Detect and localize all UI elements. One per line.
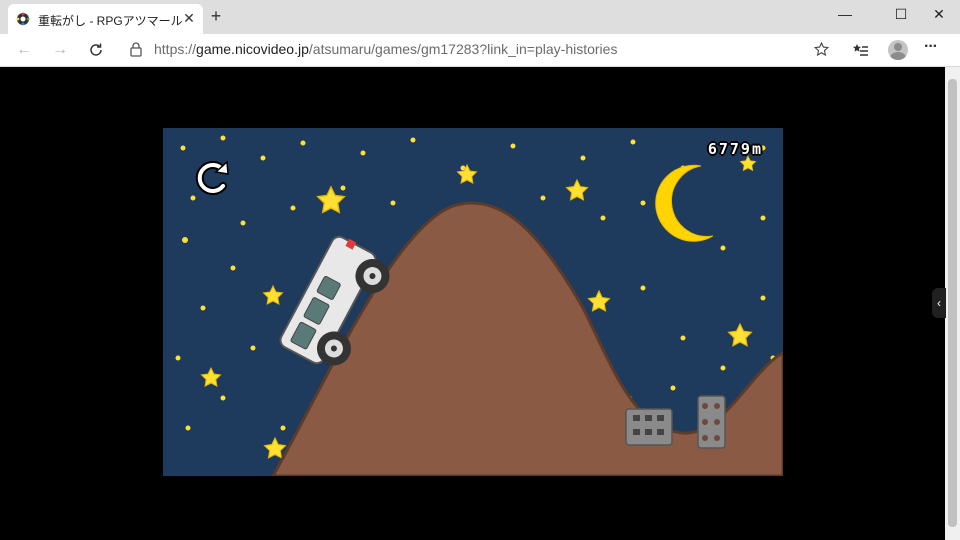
game-scene [163, 128, 783, 476]
close-tab-icon[interactable]: ✕ [180, 10, 198, 27]
refresh-icon [90, 43, 102, 56]
address-row: ← → https://game.nicovideo.jp/atsumaru/g… [0, 34, 960, 67]
sidebar-toggle-button[interactable]: ‹ [932, 288, 946, 318]
restart-icon[interactable] [193, 158, 233, 200]
tab-bar: 重転がし - RPGアツマール ✕ + — ☐ ✕ [0, 0, 960, 34]
building-left [625, 408, 673, 446]
lock-icon [130, 42, 142, 57]
url-path: /atsumaru/games/gm17283?link_in=play-his… [308, 41, 618, 57]
forward-button[interactable]: → [48, 38, 72, 62]
profile-avatar-icon[interactable] [888, 40, 908, 60]
settings-menu-button[interactable]: ··· [924, 38, 938, 56]
refresh-button[interactable] [84, 38, 108, 62]
url-text: https://game.nicovideo.jp/atsumaru/games… [154, 41, 617, 57]
address-bar[interactable]: https://game.nicovideo.jp/atsumaru/games… [118, 37, 836, 63]
game-favicon-icon [16, 12, 30, 26]
url-scheme: https:// [154, 41, 197, 57]
close-window-button[interactable]: ✕ [916, 0, 960, 28]
vertical-scrollbar[interactable] [945, 67, 960, 540]
browser-tab[interactable]: 重転がし - RPGアツマール ✕ [8, 4, 203, 34]
back-button[interactable]: ← [12, 38, 36, 62]
game-canvas[interactable]: 6779m [163, 128, 783, 476]
url-host: game.nicovideo.jp [196, 41, 309, 57]
tab-title: 重転がし - RPGアツマール [38, 14, 183, 28]
minimize-button[interactable]: — [822, 0, 868, 28]
favorites-list-icon[interactable] [852, 43, 868, 57]
scrollbar-thumb[interactable] [948, 79, 957, 527]
new-tab-button[interactable]: + [206, 6, 226, 26]
distance-counter: 6779m [707, 140, 763, 158]
favorite-star-icon[interactable] [814, 42, 829, 57]
building-right [697, 395, 726, 449]
